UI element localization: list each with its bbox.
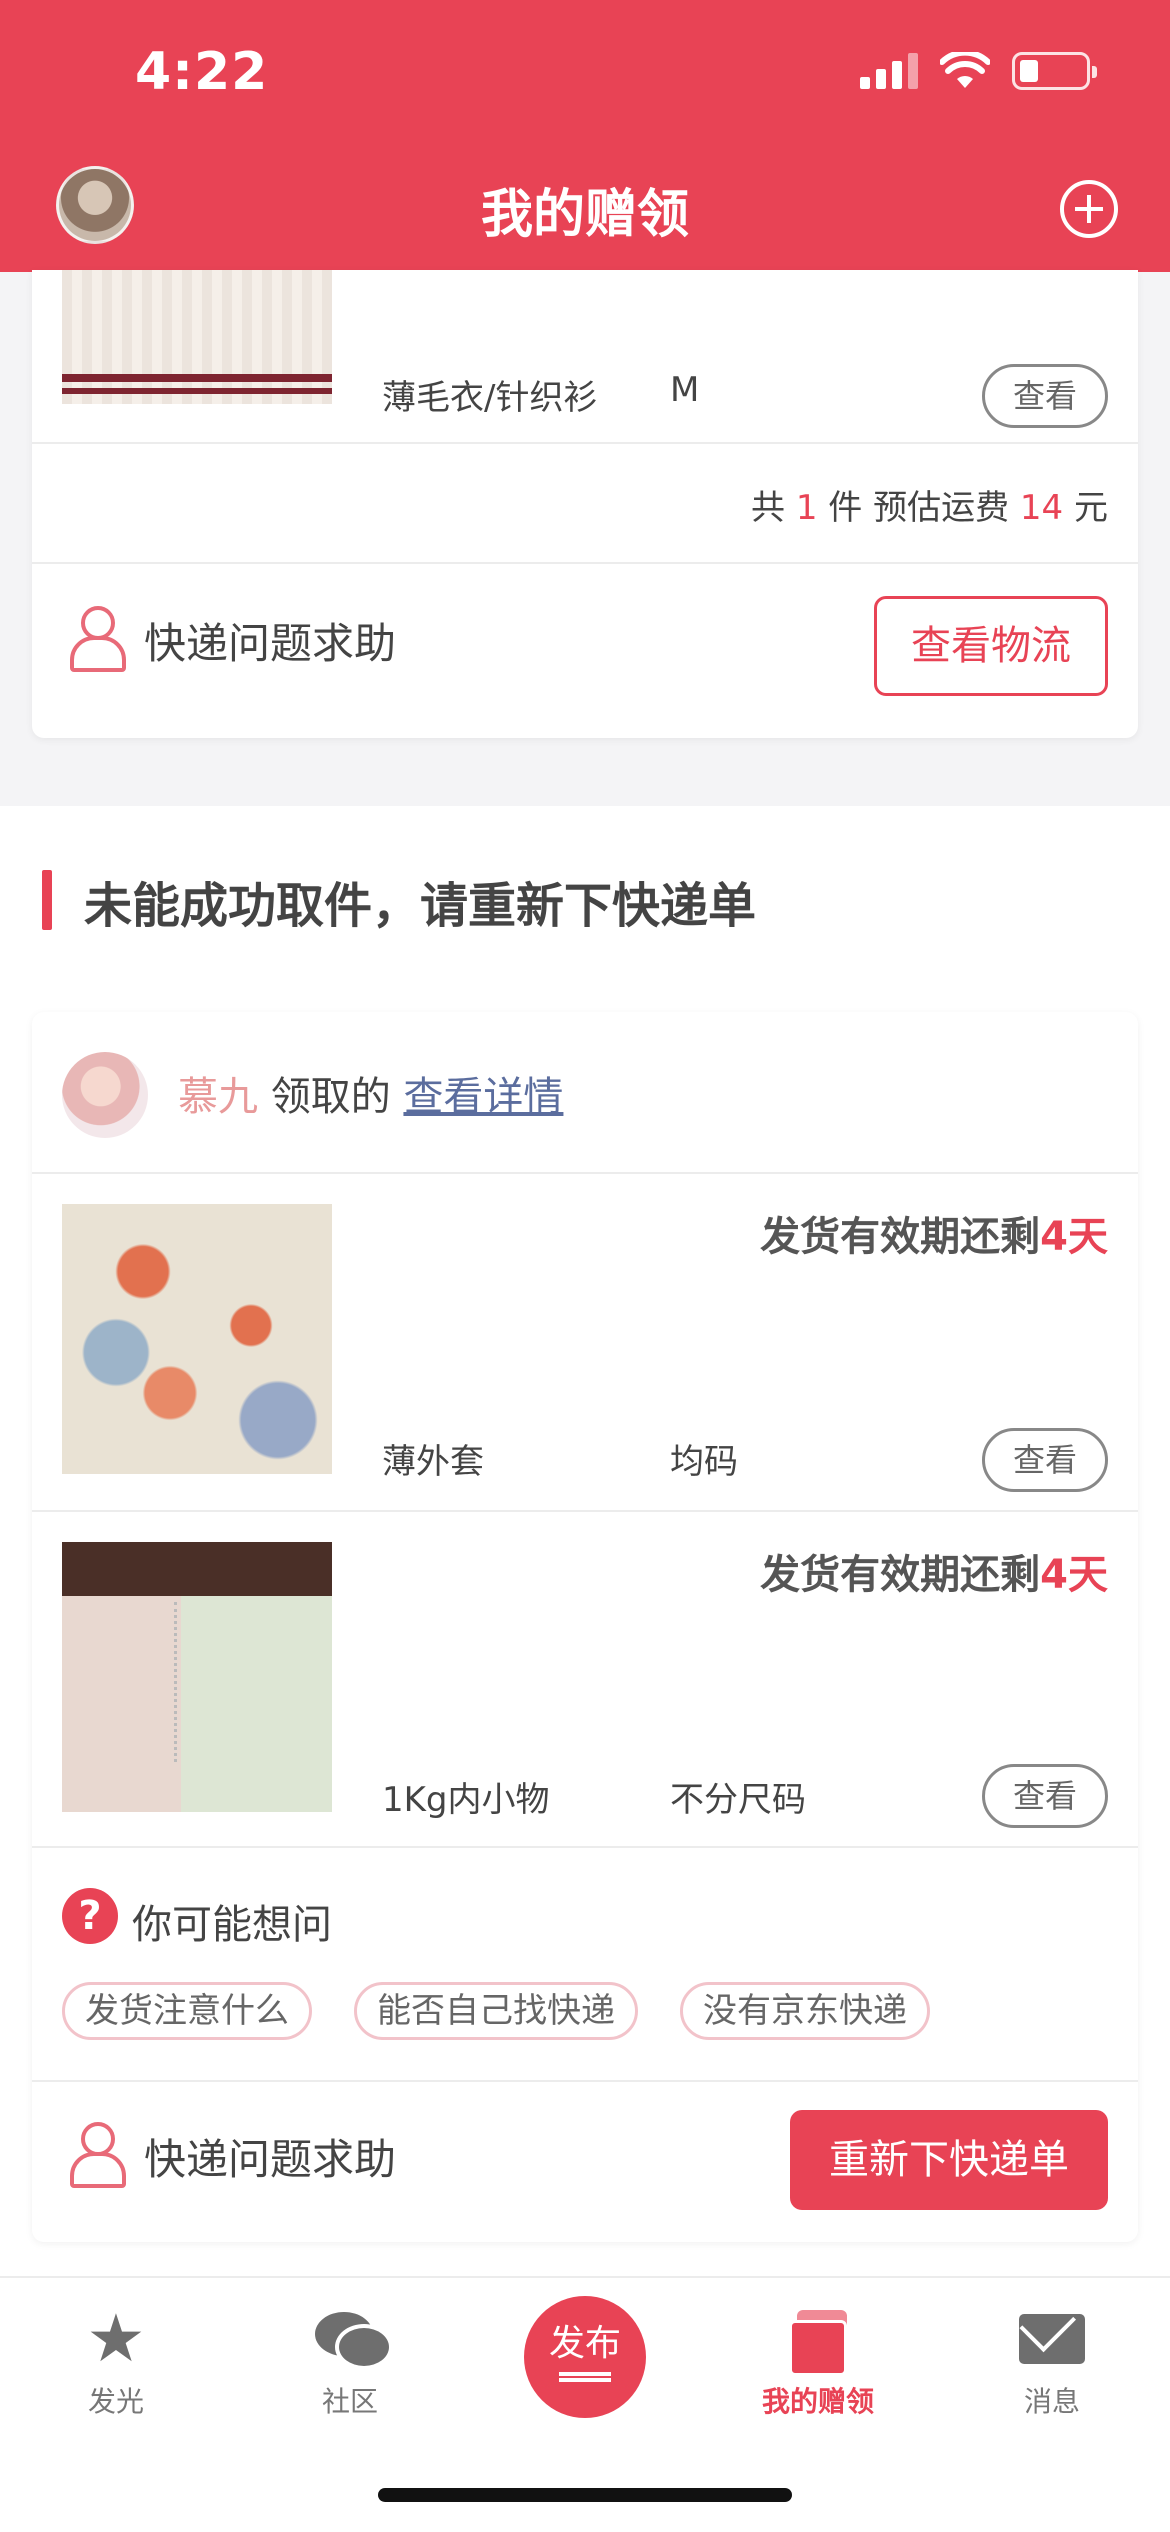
question-icon: ? xyxy=(62,1888,118,1944)
express-help-link[interactable]: 快递问题求助 xyxy=(144,2126,396,2187)
divider xyxy=(32,562,1138,564)
status-icons xyxy=(860,52,1097,90)
item-thumbnail[interactable] xyxy=(62,1542,332,1812)
add-icon[interactable] xyxy=(1060,180,1118,238)
wifi-icon xyxy=(940,52,990,88)
tab-community[interactable]: 社区 xyxy=(270,2308,430,2420)
item-size: 均码 xyxy=(670,1442,738,1482)
tab-glow[interactable]: ★ 发光 xyxy=(36,2300,196,2420)
express-help-link[interactable]: 快递问题求助 xyxy=(144,610,396,671)
shipping-deadline: 发货有效期还剩4天 xyxy=(760,1214,1108,1260)
status-time: 4:22 xyxy=(135,42,269,102)
divider xyxy=(32,1172,1138,1174)
giver-name[interactable]: 慕九 xyxy=(178,1074,258,1120)
view-logistics-button[interactable]: 查看物流 xyxy=(874,596,1108,696)
item-name: 薄外套 xyxy=(382,1442,484,1482)
app-header: 4:22 我的赠领 xyxy=(0,0,1170,272)
menu-lines-icon xyxy=(559,2372,611,2382)
item-size: 不分尺码 xyxy=(670,1780,806,1820)
section-accent-bar xyxy=(42,870,52,930)
chat-icon xyxy=(315,2308,393,2370)
battery-icon xyxy=(1012,52,1097,90)
item-thumbnail[interactable] xyxy=(62,270,332,404)
section-title: 未能成功取件，请重新下快递单 xyxy=(84,878,757,934)
view-button[interactable]: 查看 xyxy=(982,1764,1108,1828)
giver-avatar[interactable] xyxy=(62,1052,148,1138)
giver-line: 慕九 领取的 查看详情 xyxy=(178,1074,564,1120)
view-button[interactable]: 查看 xyxy=(982,1428,1108,1492)
home-indicator xyxy=(378,2488,792,2502)
item-name: 薄毛衣/针织衫 xyxy=(382,378,598,418)
divider xyxy=(32,442,1138,444)
divider xyxy=(32,1846,1138,1848)
tab-my-gifts[interactable]: 我的赠领 xyxy=(738,2308,898,2420)
item-size: M xyxy=(670,370,700,410)
reorder-express-button[interactable]: 重新下快递单 xyxy=(790,2110,1108,2210)
publish-button[interactable]: 发布 xyxy=(524,2296,646,2418)
item-name: 1Kg内小物 xyxy=(382,1780,550,1820)
divider xyxy=(32,1510,1138,1512)
faq-chip[interactable]: 发货注意什么 xyxy=(62,1982,312,2040)
view-details-link[interactable]: 查看详情 xyxy=(403,1074,563,1120)
item-thumbnail[interactable] xyxy=(62,1204,332,1474)
gift-icon xyxy=(783,2308,853,2376)
shipping-deadline: 发货有效期还剩4天 xyxy=(760,1552,1108,1598)
divider xyxy=(32,2080,1138,2082)
shipping-summary: 共 1 件 预估运费 14 元 xyxy=(751,488,1108,528)
gift-card: 薄毛衣/针织衫 M 查看 共 1 件 预估运费 14 元 快递问题求助 查看物流 xyxy=(32,270,1138,738)
page-title: 我的赠领 xyxy=(480,185,689,245)
faq-chip[interactable]: 能否自己找快递 xyxy=(354,1982,638,2040)
faq-title: 你可能想问 xyxy=(132,1902,332,1948)
signal-icon xyxy=(860,53,918,89)
tab-messages[interactable]: 消息 xyxy=(972,2308,1132,2420)
person-icon xyxy=(68,2122,126,2188)
faq-chip[interactable]: 没有京东快递 xyxy=(680,1982,930,2040)
gift-card: 慕九 领取的 查看详情 发货有效期还剩4天 薄外套 均码 查看 发货有效期还剩4… xyxy=(32,1012,1138,2242)
mail-icon xyxy=(1017,2308,1087,2370)
star-icon: ★ xyxy=(86,2300,146,2377)
view-button[interactable]: 查看 xyxy=(982,364,1108,428)
person-icon xyxy=(68,606,126,672)
